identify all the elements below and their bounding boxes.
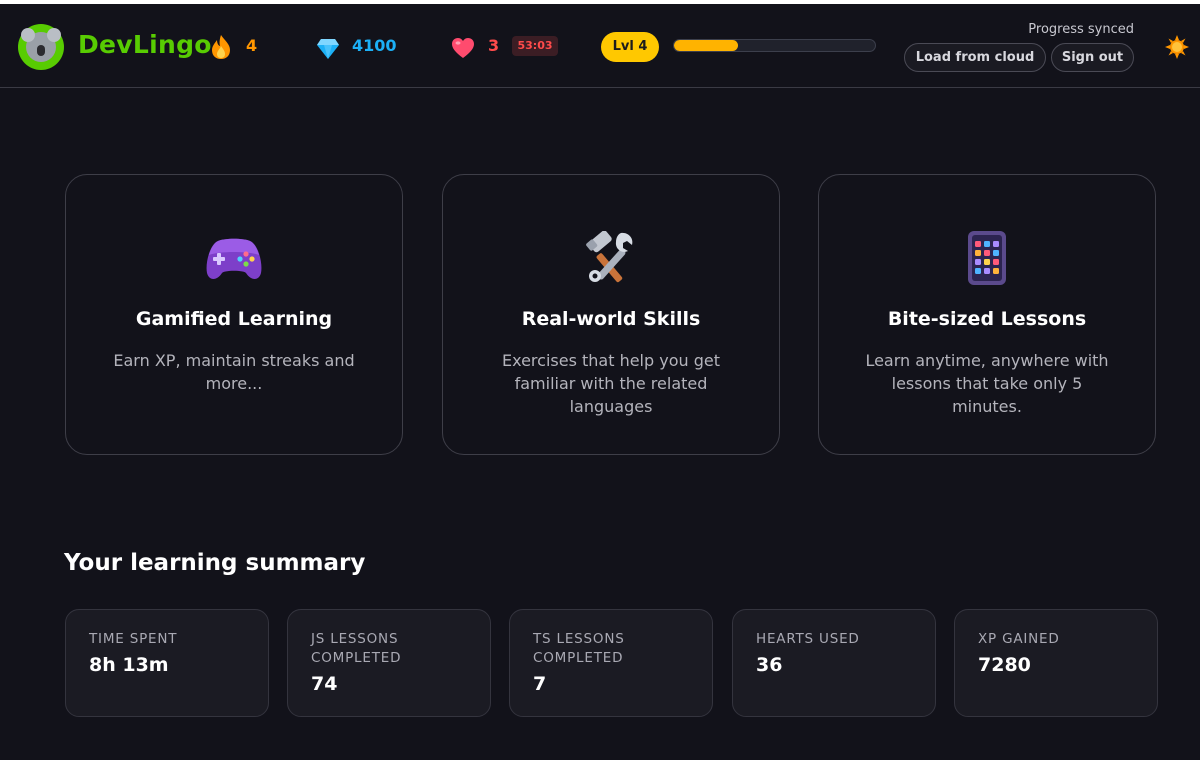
sync-status: Progress synced bbox=[1028, 22, 1134, 37]
load-from-cloud-button[interactable]: Load from cloud bbox=[904, 43, 1046, 72]
game-controller-icon bbox=[206, 238, 262, 279]
level-badge: Lvl 4 bbox=[601, 32, 659, 62]
stat-value: 36 bbox=[756, 654, 783, 676]
tablet-icon bbox=[968, 231, 1006, 285]
stat-label: JS LESSONS COMPLETED bbox=[311, 631, 402, 666]
gem-count: 4100 bbox=[352, 36, 397, 55]
feature-description: Learn anytime, anywhere with lessons tha… bbox=[865, 351, 1109, 416]
stat-label: TS LESSONS COMPLETED bbox=[533, 631, 625, 666]
flame-icon bbox=[212, 35, 230, 59]
app-logo-text[interactable]: DevLingo bbox=[78, 30, 212, 59]
stat-value: 7280 bbox=[978, 654, 1031, 676]
stat-card-hearts-used: HEARTS USED 36 bbox=[732, 609, 936, 717]
stat-label: XP GAINED bbox=[978, 631, 1060, 647]
feature-title: Gamified Learning bbox=[135, 308, 333, 330]
feature-card-gamified: Gamified Learning Earn XP, maintain stre… bbox=[65, 174, 403, 455]
stat-value: 7 bbox=[533, 673, 547, 695]
stat-card-js-lessons: JS LESSONS COMPLETED 74 bbox=[287, 609, 491, 717]
heart-count: 3 bbox=[488, 36, 500, 55]
stat-label: HEARTS USED bbox=[756, 631, 860, 647]
stat-label: TIME SPENT bbox=[89, 631, 178, 647]
streak-count: 4 bbox=[246, 36, 258, 55]
koala-logo-icon[interactable] bbox=[18, 24, 64, 70]
feature-description: Exercises that help you get familiar wit… bbox=[501, 351, 720, 416]
top-border-strip bbox=[0, 0, 1200, 4]
stat-value: 74 bbox=[311, 673, 338, 695]
feature-title: Real-world Skills bbox=[521, 308, 701, 330]
feature-title: Bite-sized Lessons bbox=[887, 308, 1087, 330]
feature-card-bite-sized: Bite-sized Lessons Learn anytime, anywhe… bbox=[818, 174, 1156, 455]
feature-description: Earn XP, maintain streaks and more... bbox=[113, 351, 355, 393]
stat-card-time-spent: TIME SPENT 8h 13m bbox=[65, 609, 269, 717]
tools-icon bbox=[586, 231, 633, 283]
summary-heading: Your learning summary bbox=[64, 550, 366, 576]
stat-card-ts-lessons: TS LESSONS COMPLETED 7 bbox=[509, 609, 713, 717]
heart-icon bbox=[452, 38, 474, 58]
top-navbar: DevLingo 4 4100 3 53:03 Lvl 4 Progress s… bbox=[0, 0, 1200, 88]
stat-card-xp-gained: XP GAINED 7280 bbox=[954, 609, 1158, 717]
level-progress-fill bbox=[674, 40, 739, 51]
level-progress-bar bbox=[673, 39, 876, 52]
sun-icon[interactable] bbox=[1165, 35, 1189, 59]
stat-value: 8h 13m bbox=[89, 654, 169, 676]
sign-out-button[interactable]: Sign out bbox=[1051, 43, 1134, 72]
heart-refill-timer: 53:03 bbox=[512, 36, 558, 56]
gem-icon bbox=[317, 39, 339, 59]
feature-card-skills: Real-world Skills Exercises that help yo… bbox=[442, 174, 780, 455]
